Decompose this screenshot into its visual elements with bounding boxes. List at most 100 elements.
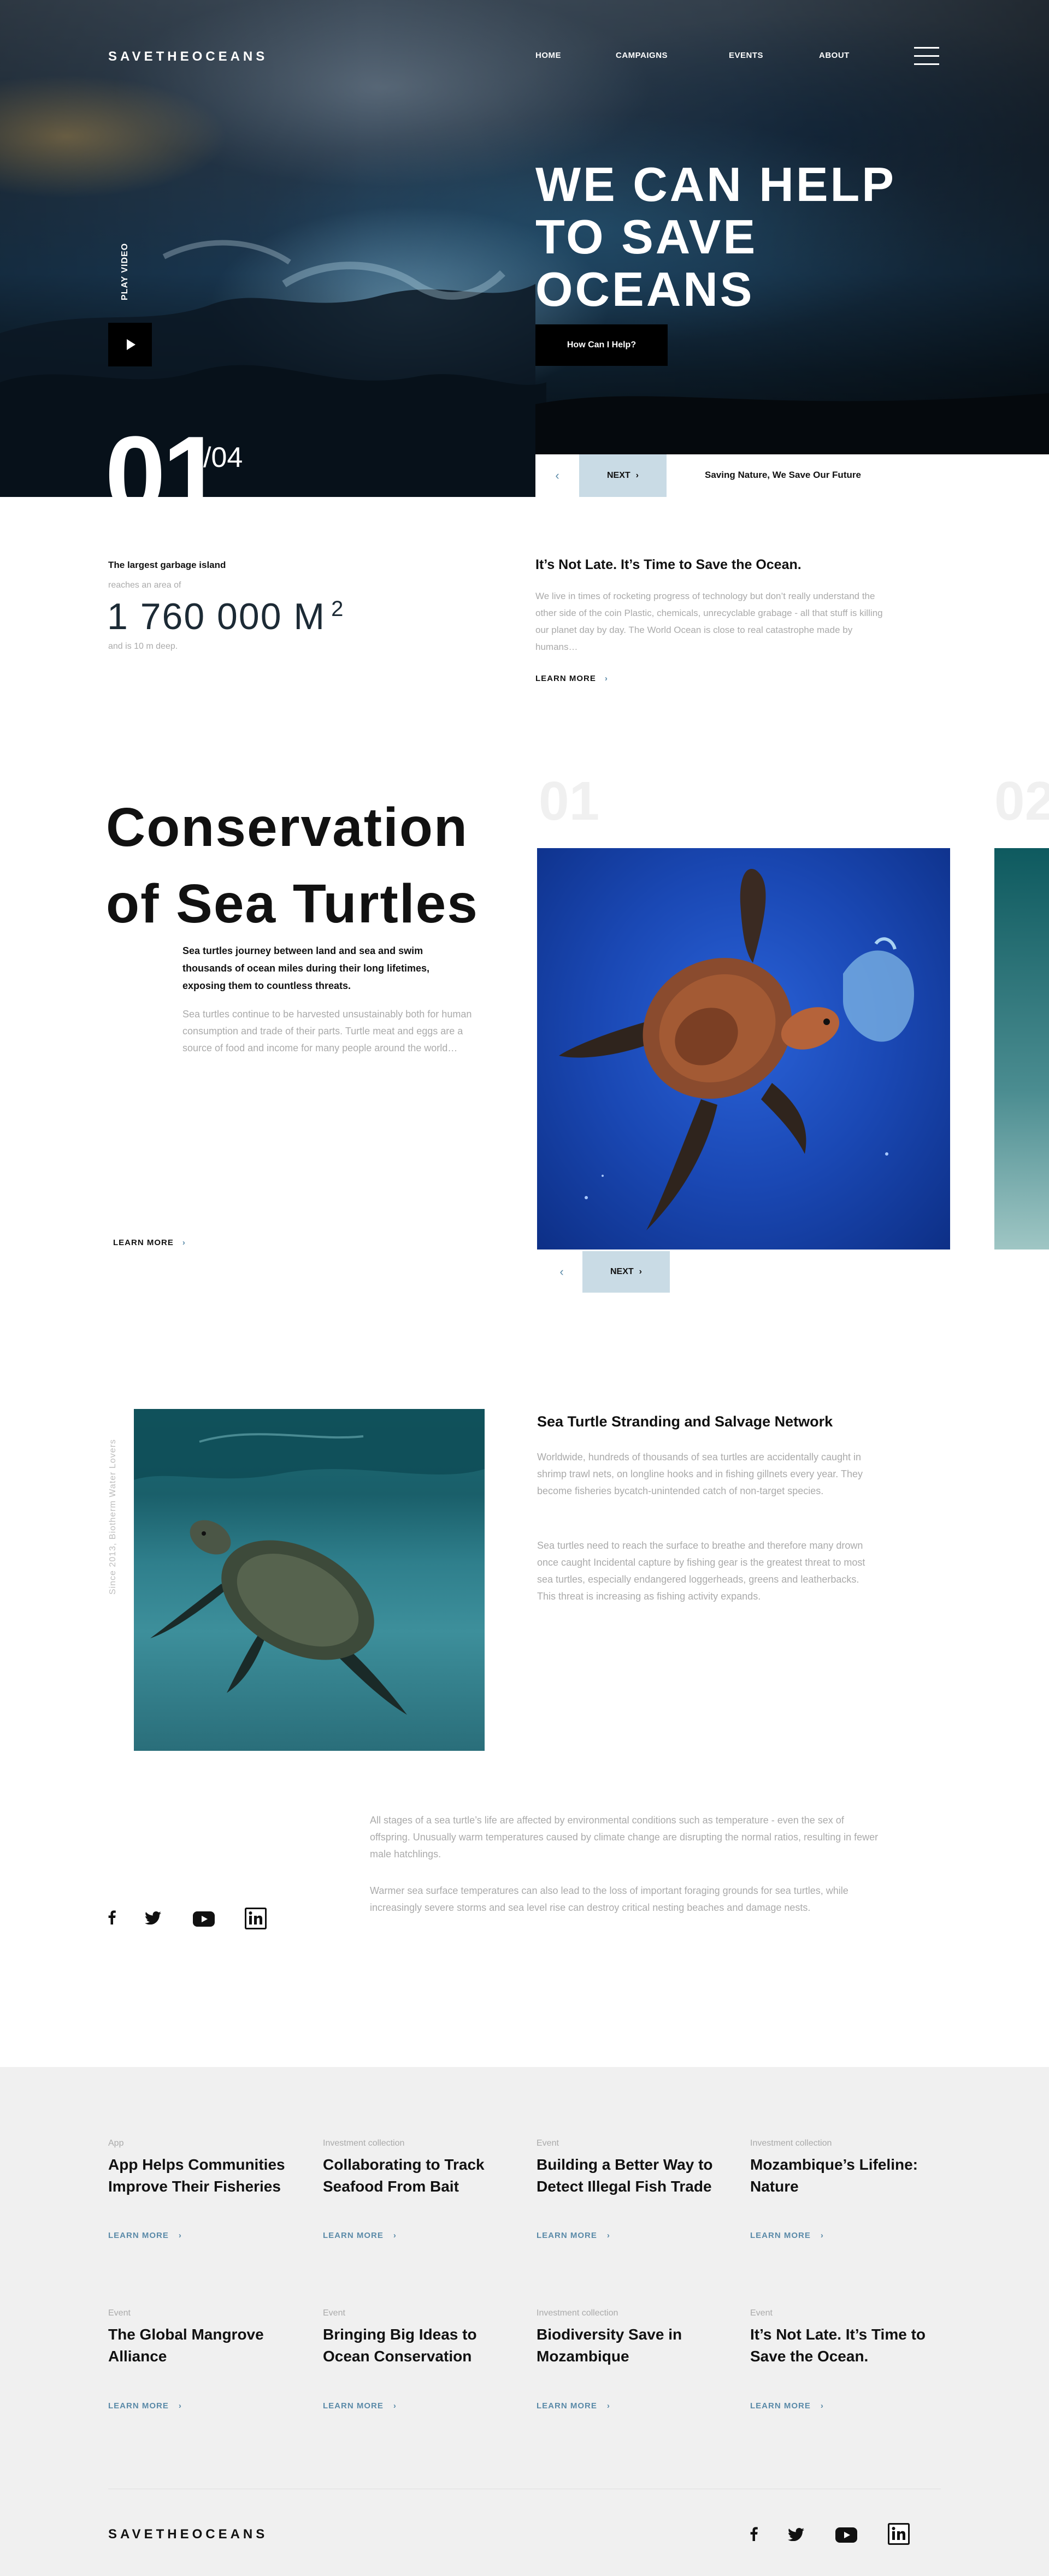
intro-learn-more-link[interactable]: LEARN MORE › [535,674,608,683]
stranding-paragraph-1: Worldwide, hundreds of thousands of sea … [537,1452,863,1496]
slider-next-button[interactable]: NEXT › [579,454,667,497]
news-learn-more-link[interactable]: LEARN MORE › [750,2231,824,2240]
news-item[interactable]: Event The Global Mangrove Alliance [108,2308,294,2367]
learn-more-label: LEARN MORE [535,674,596,683]
learn-more-label: LEARN MORE [537,2401,597,2411]
twitter-icon[interactable] [145,1911,161,1924]
stranding-title: Sea Turtle Stranding and Salvage Network [537,1413,833,1430]
youtube-icon[interactable] [193,1911,215,1927]
news-learn-more-link[interactable]: LEARN MORE › [323,2401,397,2411]
menu-icon[interactable] [914,47,939,66]
news-title[interactable]: It’s Not Late. It’s Time to Save the Oce… [750,2324,936,2367]
news-title[interactable]: Bringing Big Ideas to Ocean Conservation [323,2324,509,2367]
hero-section: SAVETHEOCEANS HOME CAMPAIGNS EVENTS ABOU… [0,0,1049,497]
news-category: Investment collection [323,2139,405,2148]
linkedin-icon[interactable] [888,2523,910,2545]
card-prev-button[interactable]: ‹ [541,1251,582,1293]
how-can-i-help-button[interactable]: How Can I Help? [535,324,668,366]
chevron-right-icon: › [606,2401,610,2411]
news-item[interactable]: Investment collection Collaborating to T… [323,2139,509,2198]
news-category: Event [537,2139,559,2148]
slider-caption: Saving Nature, We Save Our Future [705,470,861,480]
since-vertical-label: Since 2013, Biotherm Water Lovers [108,1439,117,1595]
chevron-left-icon: ‹ [559,1265,564,1278]
news-category: App [108,2139,124,2148]
news-title[interactable]: The Global Mangrove Alliance [108,2324,294,2367]
hero-slider-controls: ‹ NEXT › Saving Nature, We Save Our Futu… [535,454,1049,497]
news-title[interactable]: Mozambique’s Lifeline: Nature [750,2154,936,2198]
news-item[interactable]: Investment collection Biodiversity Save … [537,2308,722,2367]
nav-events[interactable]: EVENTS [729,51,763,60]
learn-more-label: LEARN MORE [108,2401,169,2411]
chevron-left-icon: ‹ [555,469,559,482]
youtube-icon[interactable] [835,2527,857,2543]
facebook-icon[interactable] [750,2527,758,2541]
linkedin-icon[interactable] [245,1908,267,1929]
news-section: App App Helps Communities Improve Their … [0,2067,1049,2576]
news-learn-more-link[interactable]: LEARN MORE › [537,2401,610,2411]
conservation-title: Conservation of Sea Turtles [106,797,479,934]
news-category: Investment collection [750,2139,832,2148]
climate-paragraph-2: Warmer sea surface temperatures can also… [370,1885,848,1913]
news-item[interactable]: App App Helps Communities Improve Their … [108,2139,294,2198]
learn-more-label: LEARN MORE [537,2231,597,2240]
slide-total: /04 [203,442,243,473]
twitter-icon[interactable] [788,2528,804,2541]
slider-next-label: NEXT [607,471,630,480]
news-category: Event [108,2308,131,2318]
news-learn-more-link[interactable]: LEARN MORE › [537,2231,610,2240]
stat-subtitle: reaches an area of [108,581,181,590]
turtle-illustration [134,1409,485,1715]
nav-home[interactable]: HOME [535,51,561,60]
swimming-turtle-photo [134,1409,485,1751]
chevron-right-icon: › [635,471,639,480]
news-learn-more-link[interactable]: LEARN MORE › [108,2231,182,2240]
next-card-photo[interactable] [994,848,1049,1249]
news-learn-more-link[interactable]: LEARN MORE › [323,2231,397,2240]
news-title[interactable]: Collaborating to Track Seafood From Bait [323,2154,509,2198]
conservation-text: Sea turtles continue to be harvested uns… [182,1009,472,1053]
slide-current-number: 01 [105,414,223,498]
chevron-right-icon: › [606,2231,610,2240]
learn-more-label: LEARN MORE [113,1238,174,1247]
chevron-right-icon: › [639,1267,642,1276]
news-item[interactable]: Event Bringing Big Ideas to Ocean Conser… [323,2308,509,2367]
hero-title: WE CAN HELP TO SAVE OCEANS [535,157,895,316]
stat-value-unit: 2 [331,597,345,621]
slider-prev-button[interactable]: ‹ [535,454,579,497]
chevron-right-icon: › [604,674,608,683]
site-logo[interactable]: SAVETHEOCEANS [108,49,268,64]
turtle-plastic-bag-photo[interactable] [537,848,950,1249]
chevron-right-icon: › [178,2231,182,2240]
learn-more-label: LEARN MORE [750,2231,811,2240]
stat-value-number: 1 760 000 M [107,596,326,637]
stat-note: and is 10 m deep. [108,642,178,651]
news-category: Event [750,2308,773,2318]
conservation-learn-more-link[interactable]: LEARN MORE › [113,1238,186,1247]
facebook-icon[interactable] [108,1910,116,1924]
intro-title: It’s Not Late. It’s Time to Save the Oce… [535,557,802,572]
news-title[interactable]: Building a Better Way to Detect Illegal … [537,2154,722,2198]
stat-title: The largest garbage island [108,560,226,570]
news-item[interactable]: Event It’s Not Late. It’s Time to Save t… [750,2308,936,2367]
chevron-right-icon: › [393,2401,397,2411]
chevron-right-icon: › [182,1238,186,1247]
chevron-right-icon: › [820,2231,824,2240]
nav-campaigns[interactable]: CAMPAIGNS [616,51,668,60]
card-next-button[interactable]: NEXT › [582,1251,670,1293]
conservation-lead: Sea turtles journey between land and sea… [182,945,430,991]
news-title[interactable]: Biodiversity Save in Mozambique [537,2324,722,2367]
news-learn-more-link[interactable]: LEARN MORE › [108,2401,182,2411]
learn-more-label: LEARN MORE [108,2231,169,2240]
play-video-button[interactable] [108,323,152,366]
stat-value: 1 760 000 M2 [107,595,344,638]
play-icon [127,339,135,350]
news-item[interactable]: Event Building a Better Way to Detect Il… [537,2139,722,2198]
news-learn-more-link[interactable]: LEARN MORE › [750,2401,824,2411]
chevron-right-icon: › [178,2401,182,2411]
news-title[interactable]: App Helps Communities Improve Their Fish… [108,2154,294,2198]
news-item[interactable]: Investment collection Mozambique’s Lifel… [750,2139,936,2198]
nav-about[interactable]: ABOUT [819,51,850,60]
footer-logo[interactable]: SAVETHEOCEANS [108,2527,268,2542]
play-video-label: PLAY VIDEO [120,242,129,300]
